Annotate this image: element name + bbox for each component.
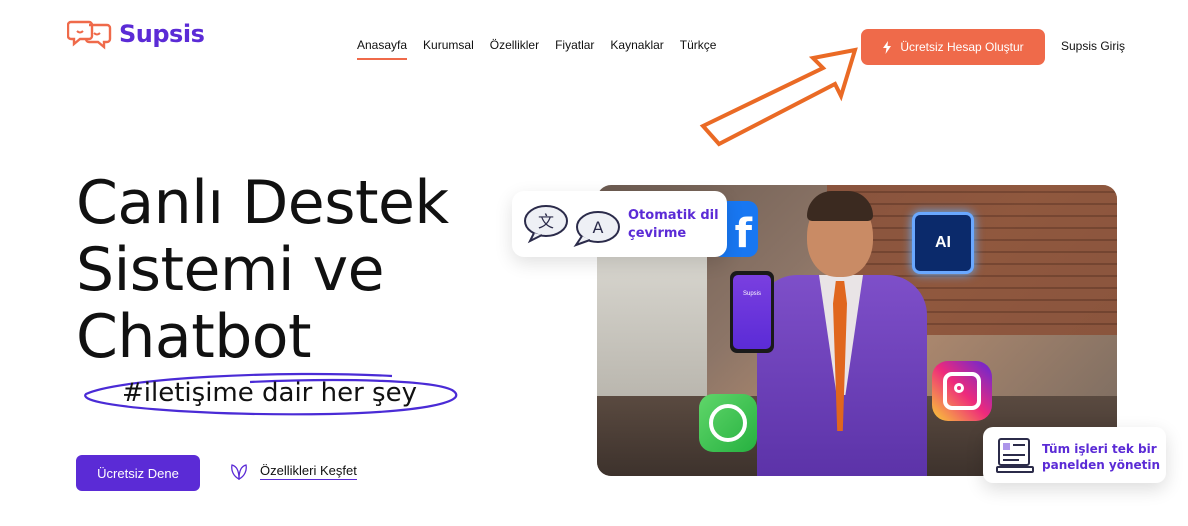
person-hair [807, 191, 873, 221]
nav-item-ozellikler[interactable]: Özellikler [490, 38, 539, 60]
nav-item-fiyatlar[interactable]: Fiyatlar [555, 38, 594, 60]
logo-text: Supsis [119, 20, 205, 48]
translate-callout: 文 A Otomatik dil çevirme [512, 191, 727, 257]
ai-chip-icon: AI [912, 212, 974, 274]
create-free-account-label: Ücretsiz Hesap Oluştur [900, 40, 1024, 54]
nav-item-kurumsal[interactable]: Kurumsal [423, 38, 474, 60]
dashboard-icon [996, 438, 1034, 473]
create-free-account-button[interactable]: Ücretsiz Hesap Oluştur [861, 29, 1045, 65]
lightning-bolt-icon [883, 40, 892, 54]
panel-callout: Tüm işleri tek bir panelden yönetin [983, 427, 1166, 483]
translate-left-glyph: 文 [538, 212, 554, 231]
supsis-logo-icon [67, 20, 112, 50]
nav-item-anasayfa[interactable]: Anasayfa [357, 38, 408, 60]
tagline: #iletişime dair her şey [122, 378, 417, 408]
phone: Supsis [730, 271, 774, 353]
login-link[interactable]: Supsis Giriş [1061, 39, 1125, 53]
main-nav: Anasayfa Kurumsal Özellikler Fiyatlar Ka… [357, 38, 716, 60]
translate-callout-text: Otomatik dil çevirme [628, 208, 719, 241]
tagline-highlight: #iletişime dair her şey [80, 372, 464, 418]
translate-icon: 文 A [524, 205, 620, 247]
try-free-button[interactable]: Ücretsiz Dene [76, 455, 200, 491]
hero-title: Canlı Destek Sistemi ve Chatbot [76, 168, 449, 372]
annotation-arrow-icon [699, 47, 858, 147]
panel-callout-text: Tüm işleri tek bir panelden yönetin [1042, 442, 1161, 472]
translate-right-glyph: A [593, 218, 604, 237]
leaf-icon [231, 463, 247, 480]
instagram-icon [932, 361, 992, 421]
nav-item-kaynaklar[interactable]: Kaynaklar [610, 38, 663, 60]
phone-screen: Supsis [733, 275, 771, 349]
whatsapp-icon [699, 394, 757, 452]
logo[interactable]: Supsis [67, 18, 205, 50]
explore-features-label: Özellikleri Keşfet [260, 463, 357, 480]
explore-features-link[interactable]: Özellikleri Keşfet [230, 463, 357, 480]
